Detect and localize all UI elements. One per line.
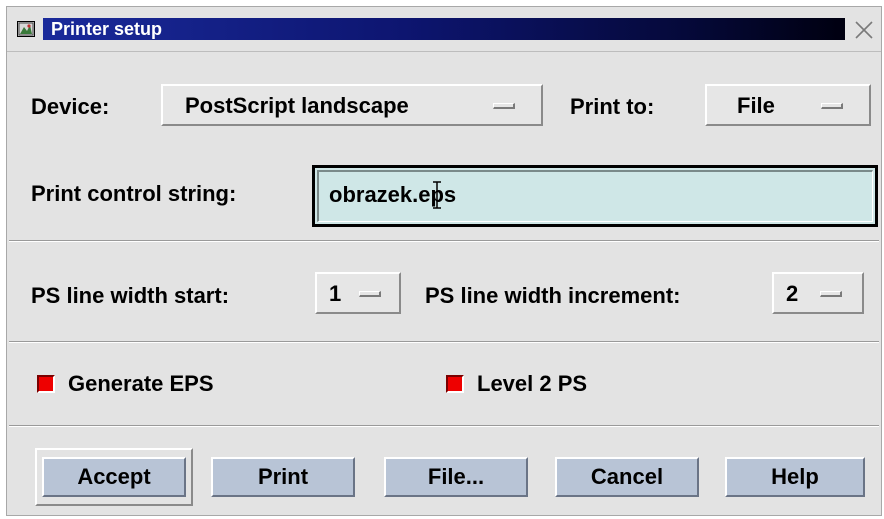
- line-width-start-value: 1: [329, 281, 342, 306]
- device-option-menu[interactable]: PostScript landscape: [161, 84, 543, 126]
- level2-ps-checkbox[interactable]: [446, 375, 464, 393]
- file-button[interactable]: File...: [384, 457, 528, 497]
- separator: [9, 240, 879, 242]
- device-label: Device:: [31, 94, 110, 119]
- window-title: Printer setup: [51, 19, 163, 39]
- print-button[interactable]: Print: [211, 457, 355, 497]
- separator: [9, 341, 879, 343]
- cancel-button[interactable]: Cancel: [555, 457, 699, 497]
- line-width-start-label: PS line width start:: [31, 283, 230, 308]
- option-menu-indicator-icon: [493, 103, 515, 109]
- option-menu-indicator-icon: [359, 291, 381, 297]
- print-control-input[interactable]: obrazek.eps: [312, 165, 878, 227]
- generate-eps-label[interactable]: Generate EPS: [68, 371, 214, 397]
- line-width-start-option-menu[interactable]: 1: [315, 272, 401, 314]
- help-button[interactable]: Help: [725, 457, 865, 497]
- title-bar-fill: Printer setup: [43, 18, 845, 40]
- option-menu-indicator-icon: [820, 291, 842, 297]
- print-to-value: File: [737, 93, 775, 118]
- printer-setup-dialog: Printer setup Device: PostScript landsca…: [6, 6, 882, 516]
- title-bar[interactable]: Printer setup: [7, 7, 881, 52]
- i-beam-cursor-icon: [432, 180, 442, 210]
- generate-eps-checkbox[interactable]: [37, 375, 55, 393]
- accept-button[interactable]: Accept: [42, 457, 186, 497]
- print-control-label: Print control string:: [31, 181, 237, 206]
- line-width-increment-option-menu[interactable]: 2: [772, 272, 864, 314]
- separator: [9, 425, 879, 427]
- window-menu-icon[interactable]: [17, 21, 35, 37]
- print-to-option-menu[interactable]: File: [705, 84, 871, 126]
- close-icon[interactable]: [851, 17, 877, 43]
- option-menu-indicator-icon: [821, 103, 843, 109]
- line-width-increment-label: PS line width increment:: [425, 283, 681, 308]
- line-width-increment-value: 2: [786, 281, 799, 306]
- level2-ps-label[interactable]: Level 2 PS: [477, 371, 587, 397]
- device-value: PostScript landscape: [185, 93, 409, 118]
- print-to-label: Print to:: [570, 94, 655, 119]
